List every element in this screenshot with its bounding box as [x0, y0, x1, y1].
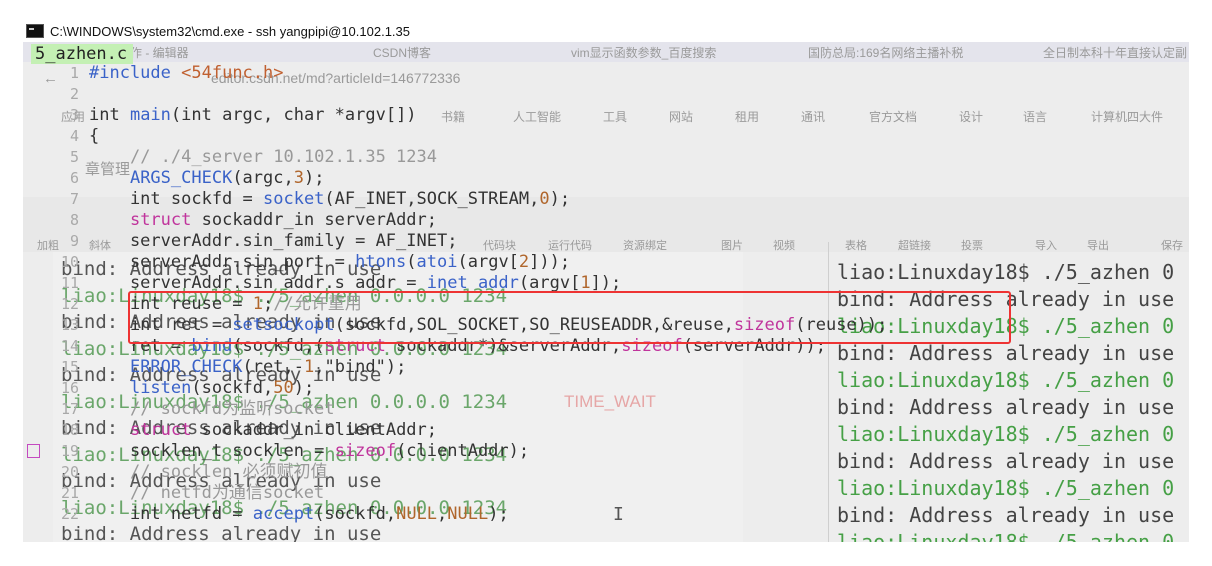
- code-text[interactable]: ERROR_CHECK(ret,-1,"bind");: [89, 357, 406, 378]
- code-text[interactable]: // socklen 必须赋初值: [89, 462, 328, 483]
- code-text[interactable]: ARGS_CHECK(argc,3);: [89, 168, 325, 189]
- code-text[interactable]: socklen_t socklen = sizeof(clientAddr);: [89, 441, 529, 462]
- window-title: C:\WINDOWS\system32\cmd.exe - ssh yangpi…: [50, 23, 411, 39]
- ghost-tab: 全日制本科十年直接认定副: [1043, 46, 1188, 60]
- ghost-toolbar-item: 图片: [721, 240, 743, 252]
- ghost-bookmark: 设计: [959, 110, 984, 124]
- ghost-bookmark: 租用: [735, 110, 760, 124]
- sign-column-marker: [27, 444, 40, 458]
- line-number: 11: [60, 274, 79, 292]
- ghost-toolbar-item: 导出: [1087, 240, 1109, 252]
- line-number: 10: [60, 253, 79, 271]
- line-number: 1: [69, 64, 79, 82]
- terminal-line: bind: Address already in use: [837, 503, 1175, 527]
- line-number: 15: [60, 358, 79, 376]
- code-text[interactable]: serverAddr.sin_port = htons(atoi(argv[2]…: [89, 252, 570, 273]
- line-number: 17: [60, 400, 79, 418]
- terminal-line: liao:Linuxday18$ ./5_azhen 0: [837, 422, 1175, 446]
- terminal-line: bind: Address already in use: [837, 395, 1175, 419]
- terminal-line: liao:Linuxday18$ ./5_azhen 0: [837, 476, 1175, 500]
- line-number: 21: [60, 484, 79, 502]
- code-text[interactable]: #include <54func.h>: [89, 63, 284, 84]
- ghost-bookmark: 书籍: [441, 110, 466, 124]
- code-text[interactable]: // ./4_server 10.102.1.35 1234: [89, 147, 437, 168]
- line-number: 22: [60, 505, 79, 523]
- ghost-bookmark: 语言: [1023, 110, 1048, 124]
- ghost-toolbar-item: 代码块: [483, 240, 516, 252]
- code-text[interactable]: // netfd为通信socket: [89, 483, 324, 504]
- line-number: 7: [69, 190, 79, 208]
- terminal-line: bind: Address already in use: [837, 341, 1175, 365]
- line-number: 16: [60, 379, 79, 397]
- ghost-terminal-line: bind: Address already in use: [61, 523, 382, 542]
- time-wait-label: TIME_WAIT: [564, 392, 656, 411]
- code-text[interactable]: listen(sockfd,50);: [89, 378, 314, 399]
- line-number: 18: [60, 421, 79, 439]
- line-number: 13: [60, 316, 79, 334]
- line-number: 9: [69, 232, 79, 250]
- code-text[interactable]: // sockfd为监听socket: [89, 399, 335, 420]
- ghost-toolbar-item: 资源绑定: [623, 240, 667, 252]
- code-text[interactable]: int main(int argc, char *argv[]): [89, 105, 417, 126]
- line-number: 12: [60, 295, 79, 313]
- console-window[interactable]: 写作 - 编辑器 CSDN博客 vim显示函数参数_百度搜索 国防总局:169名…: [23, 42, 1189, 542]
- ghost-bookmark: 官方文档: [869, 110, 918, 124]
- text-cursor-icon: I: [613, 504, 624, 525]
- ghost-toolbar-item: 投票: [961, 240, 983, 252]
- line-number: 19: [60, 442, 79, 460]
- ghost-toolbar-item: 超链接: [898, 240, 931, 252]
- ghost-toolbar-item: 视频: [773, 240, 795, 252]
- cmd-icon: [26, 24, 44, 38]
- ghost-tab: 国防总局:169名网络主播补税: [808, 46, 964, 60]
- ghost-bookmark: 人工智能: [513, 110, 562, 124]
- ghost-tab: CSDN博客: [373, 46, 432, 60]
- terminal-line: liao:Linuxday18$ ./5_azhen 0: [837, 260, 1175, 284]
- ghost-toolbar-item: 运行代码: [548, 240, 592, 252]
- ghost-bookmark: 计算机四大件: [1091, 110, 1164, 124]
- highlight-box: [128, 291, 1011, 344]
- pane-divider: [828, 242, 829, 542]
- ghost-bookmark: 网站: [669, 110, 694, 124]
- window-title-bar: C:\WINDOWS\system32\cmd.exe - ssh yangpi…: [23, 20, 1189, 42]
- line-number: 4: [69, 127, 79, 145]
- terminal-line: bind: Address already in use: [837, 449, 1175, 473]
- ghost-toolbar-item: 表格: [845, 240, 867, 252]
- line-number: 20: [60, 463, 79, 481]
- line-number: 14: [60, 337, 79, 355]
- code-text[interactable]: struct sockaddr_in clientAddr;: [89, 420, 437, 441]
- code-text[interactable]: struct sockaddr_in serverAddr;: [89, 210, 437, 231]
- code-text[interactable]: int sockfd = socket(AF_INET,SOCK_STREAM,…: [89, 189, 570, 210]
- line-number: 6: [69, 169, 79, 187]
- vim-file-tab[interactable]: 5_azhen.c: [31, 44, 134, 64]
- ghost-tab: vim显示函数参数_百度搜索: [571, 46, 717, 60]
- ghost-toolbar-item: 保存: [1161, 240, 1183, 252]
- code-text[interactable]: serverAddr.sin_family = AF_INET;: [89, 231, 458, 252]
- terminal-line: liao:Linuxday18$ ./5_azhen 0: [837, 368, 1175, 392]
- line-number: 2: [69, 85, 79, 103]
- line-number: 5: [69, 148, 79, 166]
- code-text[interactable]: {: [89, 126, 99, 147]
- ghost-tab-strip: 写作 - 编辑器 CSDN博客 vim显示函数参数_百度搜索 国防总局:169名…: [23, 42, 1189, 62]
- code-text[interactable]: int netfd = accept(sockfd,NULL,NULL);: [89, 504, 509, 525]
- terminal-line: liao:Linuxday18$ ./5_azhen 0: [837, 530, 1175, 542]
- line-number: 3: [69, 106, 79, 124]
- line-number: 8: [69, 211, 79, 229]
- ghost-bookmark: 工具: [603, 110, 628, 124]
- ghost-toolbar-item: 导入: [1035, 240, 1057, 252]
- ghost-bookmark: 通讯: [801, 110, 826, 124]
